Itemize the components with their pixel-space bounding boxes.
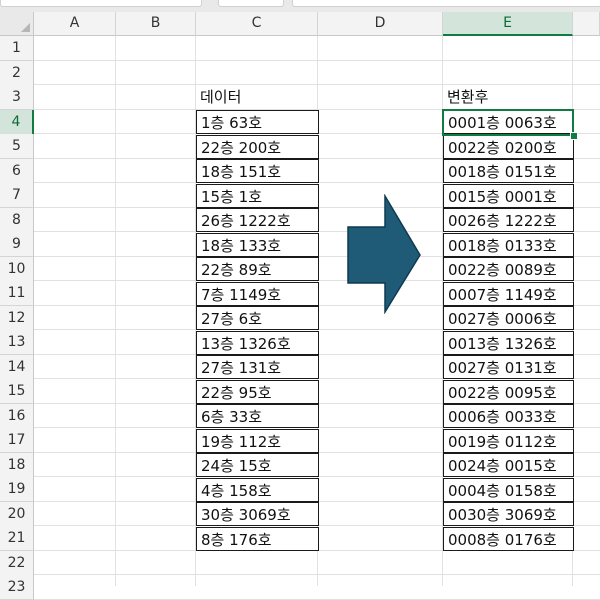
right-arrow-icon (347, 194, 421, 314)
row-header-16[interactable]: 16 (0, 403, 34, 429)
converted-cell[interactable]: 0026층 1222호 (443, 208, 574, 232)
row-header-1[interactable]: 1 (0, 36, 34, 61)
source-cell[interactable]: 30층 3069호 (196, 502, 319, 526)
source-cell[interactable]: 4층 158호 (196, 477, 319, 502)
row-header-22[interactable]: 22 (0, 550, 34, 576)
source-cell[interactable]: 22층 95호 (196, 379, 319, 404)
converted-cell[interactable]: 0015층 0001호 (443, 183, 574, 208)
row-header-7[interactable]: 7 (0, 183, 34, 208)
select-all-button[interactable] (0, 12, 34, 36)
row-header-10[interactable]: 10 (0, 256, 34, 282)
source-cell[interactable]: 7층 1149호 (196, 281, 319, 306)
source-header[interactable]: 데이터 (196, 85, 318, 109)
converted-cell[interactable]: 0004층 0158호 (443, 477, 574, 502)
source-cell[interactable]: 13층 1326호 (196, 330, 319, 355)
column-header-c[interactable]: C (196, 12, 318, 36)
converted-cell[interactable]: 0006층 0033호 (443, 404, 574, 428)
row-header-14[interactable]: 14 (0, 354, 34, 380)
row-header-4[interactable]: 4 (0, 109, 34, 135)
select-all-triangle-icon (21, 23, 30, 32)
source-cell[interactable]: 1층 63호 (196, 110, 319, 134)
source-cell[interactable]: 18층 151호 (196, 159, 319, 183)
converted-cell[interactable]: 0018층 0133호 (443, 232, 574, 257)
row-header-8[interactable]: 8 (0, 207, 34, 233)
row-header-18[interactable]: 18 (0, 452, 34, 478)
converted-cell[interactable]: 0019층 0112호 (443, 428, 574, 453)
gridline-vertical (115, 36, 116, 586)
column-header-b[interactable]: B (116, 12, 196, 36)
column-header-e[interactable]: E (443, 12, 573, 36)
source-cell[interactable]: 24층 15호 (196, 453, 319, 477)
column-header-f[interactable] (573, 12, 600, 36)
column-header-d[interactable]: D (318, 12, 443, 36)
row-header-20[interactable]: 20 (0, 501, 34, 527)
row-header-15[interactable]: 15 (0, 379, 34, 404)
gridline-horizontal (34, 598, 600, 600)
row-header-6[interactable]: 6 (0, 158, 34, 184)
result-header[interactable]: 변환후 (443, 85, 573, 109)
active-cell-outline (442, 109, 574, 136)
converted-cell[interactable]: 0024층 0015호 (443, 453, 574, 477)
row-header-19[interactable]: 19 (0, 477, 34, 502)
name-box[interactable] (0, 0, 202, 7)
row-header-11[interactable]: 11 (0, 281, 34, 306)
converted-cell[interactable]: 0007층 1149호 (443, 281, 574, 306)
source-cell[interactable]: 19층 112호 (196, 428, 319, 453)
source-cell[interactable]: 6층 33호 (196, 404, 319, 428)
row-header-17[interactable]: 17 (0, 428, 34, 453)
source-cell[interactable]: 27층 131호 (196, 355, 319, 379)
row-header-5[interactable]: 5 (0, 134, 34, 159)
fill-handle[interactable] (570, 132, 578, 140)
source-cell[interactable]: 15층 1호 (196, 183, 319, 208)
source-cell[interactable]: 27층 6호 (196, 306, 319, 330)
row-header-13[interactable]: 13 (0, 330, 34, 355)
converted-cell[interactable]: 0027층 0006호 (443, 306, 574, 330)
converted-cell[interactable]: 0018층 0151호 (443, 159, 574, 183)
top-toolbar-strip (0, 0, 600, 12)
converted-cell[interactable]: 0008층 0176호 (443, 526, 574, 551)
row-header-12[interactable]: 12 (0, 305, 34, 331)
converted-cell[interactable]: 0027층 0131호 (443, 355, 574, 379)
source-cell[interactable]: 22층 200호 (196, 134, 319, 159)
source-cell[interactable]: 26층 1222호 (196, 208, 319, 232)
formula-bar[interactable] (292, 0, 600, 7)
row-header-23[interactable]: 23 (0, 575, 34, 600)
row-header-9[interactable]: 9 (0, 232, 34, 257)
source-cell[interactable]: 18층 133호 (196, 232, 319, 257)
converted-cell[interactable]: 0022층 0095호 (443, 379, 574, 404)
column-header-a[interactable]: A (34, 12, 116, 36)
gridline-horizontal (34, 574, 600, 575)
converted-cell[interactable]: 0022층 0089호 (443, 257, 574, 281)
row-header-3[interactable]: 3 (0, 85, 34, 110)
source-cell[interactable]: 8층 176호 (196, 526, 319, 551)
converted-cell[interactable]: 0030층 3069호 (443, 502, 574, 526)
gridline-horizontal (34, 59, 600, 61)
row-header-21[interactable]: 21 (0, 526, 34, 551)
row-header-2[interactable]: 2 (0, 60, 34, 86)
formula-controls[interactable] (218, 0, 284, 7)
converted-cell[interactable]: 0013층 1326호 (443, 330, 574, 355)
source-cell[interactable]: 22층 89호 (196, 257, 319, 281)
converted-cell[interactable]: 0022층 0200호 (443, 134, 574, 159)
